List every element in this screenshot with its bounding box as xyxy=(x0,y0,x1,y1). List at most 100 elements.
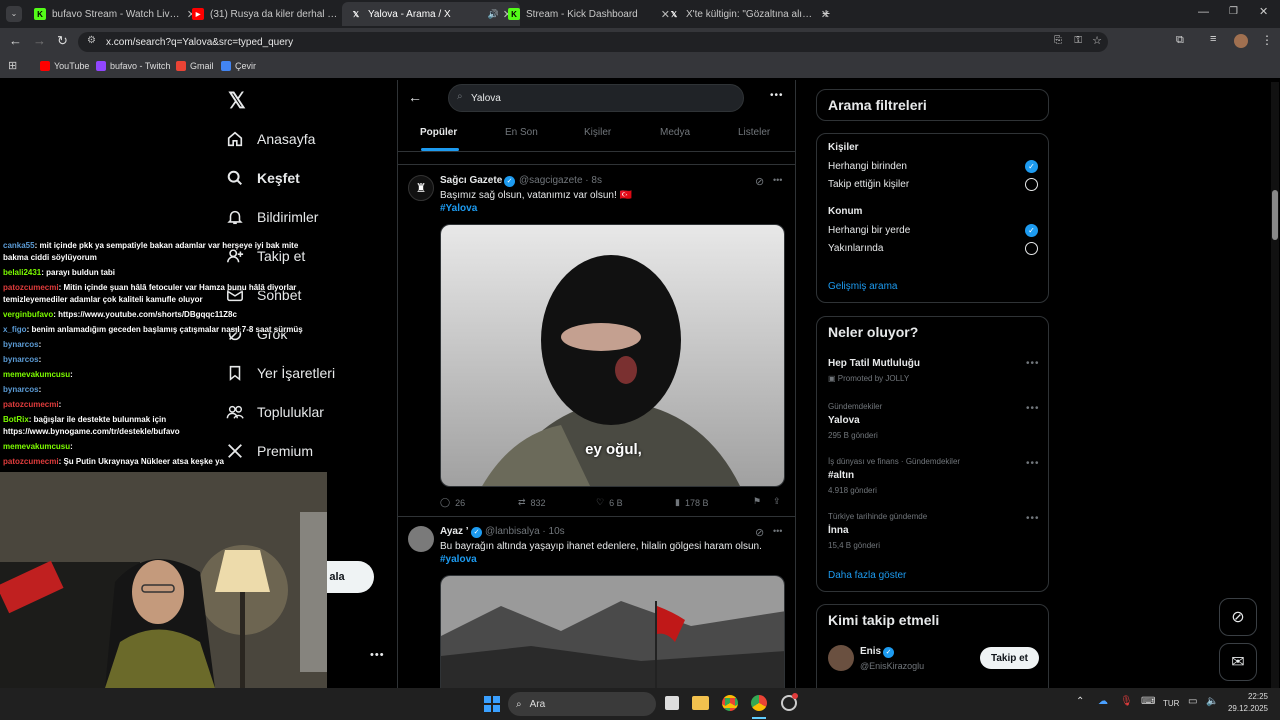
account-more-icon[interactable]: ••• xyxy=(370,649,385,661)
trend-name[interactable]: İnna xyxy=(828,525,849,536)
chrome-icon[interactable] xyxy=(722,695,738,711)
chat-username[interactable]: bynarcos xyxy=(3,355,39,364)
tab-lists[interactable]: Listeler xyxy=(738,127,770,138)
bookmark-translate[interactable]: Çevir xyxy=(221,61,256,71)
tray-mic-icon[interactable]: 🎙 xyxy=(1120,696,1133,707)
avatar[interactable]: ♜ xyxy=(408,175,434,201)
messages-float-button[interactable]: ✉ xyxy=(1219,643,1257,681)
author-name[interactable]: Ayaz ’ xyxy=(440,526,469,537)
radio-unchecked-icon[interactable] xyxy=(1025,242,1038,255)
tab-media[interactable]: Medya xyxy=(660,127,690,138)
author-handle[interactable]: @lanbisalya · 10s xyxy=(485,526,565,537)
filter-option-nearby[interactable]: Yakınlarında xyxy=(828,243,883,254)
radio-checked-icon[interactable]: ✓ xyxy=(1025,224,1038,237)
reply-button[interactable]: ◯ 26 xyxy=(440,497,465,508)
minimize-button[interactable]: — xyxy=(1198,6,1209,18)
apps-icon[interactable]: ⊞ xyxy=(8,59,17,72)
advanced-search-link[interactable]: Gelişmiş arama xyxy=(828,281,897,292)
chat-username[interactable]: patozcumecmi xyxy=(3,283,59,292)
key-icon[interactable]: ⚿ xyxy=(1074,35,1082,46)
tab-kick-stream[interactable]: K bufavo Stream - Watch Live on ✕ xyxy=(26,2,204,26)
tab-kick-dashboard[interactable]: K Stream - Kick Dashboard ✕ xyxy=(500,2,678,26)
chat-username[interactable]: patozcumecmi xyxy=(3,400,59,409)
taskbar-search[interactable]: ⌕ Ara xyxy=(508,692,656,716)
menu-icon[interactable]: ⋮ xyxy=(1261,33,1273,47)
tray-network-icon[interactable]: ▭ xyxy=(1188,696,1197,707)
nav-explore[interactable]: Keşfet xyxy=(226,169,300,187)
chat-username[interactable]: memevakumcusu xyxy=(3,370,70,379)
filter-option-anywhere[interactable]: Herhangi bir yerde xyxy=(828,225,910,236)
search-input[interactable]: ⌕ Yalova xyxy=(448,84,744,112)
task-view-icon[interactable] xyxy=(665,696,679,710)
tweet-image[interactable] xyxy=(440,575,785,688)
like-button[interactable]: ♡ 6 B xyxy=(596,497,623,508)
tweet-more-icon[interactable]: ••• xyxy=(773,526,782,536)
repost-button[interactable]: ⇄ 832 xyxy=(518,497,546,508)
new-tab-button[interactable]: + xyxy=(822,5,830,21)
nav-home[interactable]: Anasayfa xyxy=(226,130,315,148)
show-more-link[interactable]: Daha fazla göster xyxy=(828,570,906,581)
profile-avatar[interactable] xyxy=(1234,34,1248,48)
x-logo-icon[interactable]: 𝕏 xyxy=(228,88,246,114)
trend-name[interactable]: Yalova xyxy=(828,415,860,426)
filter-option-anyone[interactable]: Herhangi birinden xyxy=(828,161,907,172)
trend-more-icon[interactable]: ••• xyxy=(1026,513,1040,524)
tab-x-post[interactable]: 𝕏 X'te kültigin: "Gözaltına alınan i ✕ xyxy=(660,2,838,26)
trend-name[interactable]: Hep Tatil Mutluluğu xyxy=(828,358,920,369)
follow-handle[interactable]: @EnisKirazoglu xyxy=(860,661,924,671)
grok-icon[interactable]: ⊘ xyxy=(755,526,764,539)
radio-checked-icon[interactable]: ✓ xyxy=(1025,160,1038,173)
bookmark-gmail[interactable]: Gmail xyxy=(176,61,214,71)
tray-chevron-icon[interactable]: ⌃ xyxy=(1076,696,1084,707)
back-icon[interactable]: ← xyxy=(9,33,22,48)
share-button[interactable]: ⇪ xyxy=(773,496,781,507)
file-explorer-icon[interactable] xyxy=(692,696,709,710)
tray-keyboard-icon[interactable]: ⌨ xyxy=(1141,696,1155,707)
chat-username[interactable]: bynarcos xyxy=(3,340,39,349)
author-handle[interactable]: @sagcigazete · 8s xyxy=(519,175,602,186)
tab-search-button[interactable]: ⌄ xyxy=(6,6,22,22)
bookmark-star-icon[interactable]: ☆ xyxy=(1092,34,1102,47)
trend-name[interactable]: #altın xyxy=(828,470,854,481)
trend-more-icon[interactable]: ••• xyxy=(1026,403,1040,414)
tray-volume-icon[interactable]: 🔈 xyxy=(1206,696,1218,707)
trend-more-icon[interactable]: ••• xyxy=(1026,458,1040,469)
forward-icon[interactable]: → xyxy=(33,33,46,48)
chat-username[interactable]: verginbufavo xyxy=(3,310,53,319)
author-name[interactable]: Sağcı Gazete xyxy=(440,175,502,186)
maximize-button[interactable]: ❐ xyxy=(1229,6,1238,17)
chat-username[interactable]: x_figo xyxy=(3,325,27,334)
address-bar[interactable]: ⚙ x.com/search?q=Yalova&src=typed_query … xyxy=(78,32,1108,52)
nav-notifications[interactable]: Bildirimler xyxy=(226,208,318,226)
chat-username[interactable]: memevakumcusu xyxy=(3,442,70,451)
bookmark-twitch[interactable]: bufavo - Twitch xyxy=(96,61,170,71)
media-icon[interactable]: ≡ xyxy=(1210,33,1216,45)
trend-more-icon[interactable]: ••• xyxy=(1026,358,1040,369)
tweet-more-icon[interactable]: ••• xyxy=(773,175,782,185)
hashtag-link[interactable]: #yalova xyxy=(440,554,477,565)
language-indicator[interactable]: TUR xyxy=(1163,699,1179,708)
bookmark-button[interactable]: ⚑ xyxy=(753,496,761,507)
follow-name[interactable]: Enis xyxy=(860,646,881,657)
extensions-icon[interactable]: ⧉ xyxy=(1176,34,1184,47)
chat-username[interactable]: belali2431 xyxy=(3,268,41,277)
start-button[interactable] xyxy=(484,696,500,712)
grok-icon[interactable]: ⊘ xyxy=(755,175,764,188)
tab-x-search[interactable]: 𝕏 Yalova - Arama / X 🔊 ✕ xyxy=(342,2,520,26)
avatar[interactable] xyxy=(828,645,854,671)
clock-time[interactable]: 22:25 xyxy=(1228,692,1268,701)
filter-option-following[interactable]: Takip ettiğin kişiler xyxy=(828,179,909,190)
window-close-button[interactable]: ✕ xyxy=(1259,5,1268,18)
radio-unchecked-icon[interactable] xyxy=(1025,178,1038,191)
tab-latest[interactable]: En Son xyxy=(505,127,538,138)
grok-float-button[interactable]: ⊘ xyxy=(1219,598,1257,636)
tray-cloud-icon[interactable]: ☁ xyxy=(1098,696,1108,707)
chat-username[interactable]: canka55 xyxy=(3,241,35,250)
back-arrow-icon[interactable]: ← xyxy=(408,89,422,105)
tweet-video[interactable]: ey oğul, xyxy=(440,224,785,487)
reload-icon[interactable]: ↻ xyxy=(57,33,68,49)
chat-username[interactable]: BotRix xyxy=(3,415,29,424)
tab-youtube[interactable]: ▶ (31) Rusya da kiler derhal çıkın ✕ xyxy=(184,2,362,26)
clock-date[interactable]: 29.12.2025 xyxy=(1218,704,1268,713)
chrome-active-icon[interactable] xyxy=(751,695,767,711)
